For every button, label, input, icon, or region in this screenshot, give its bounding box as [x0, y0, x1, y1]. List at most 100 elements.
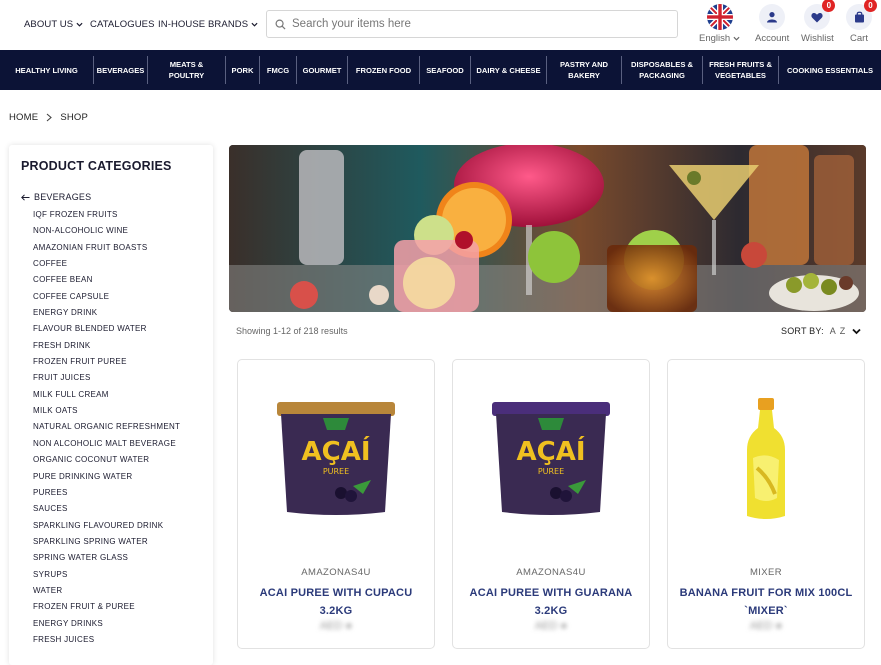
acai-tub-image[interactable]: AÇAÍ PUREE: [238, 390, 434, 530]
sidebar-subcategory-item[interactable]: COFFEE: [33, 256, 201, 272]
sidebar-parent-label: BEVERAGES: [34, 192, 92, 202]
heart-icon: [811, 12, 823, 22]
product-brand: AMAZONAS4U: [516, 567, 586, 578]
subcategory-list: IQF FROZEN FRUITS NON-ALCOHOLIC WINE AMAZO…: [21, 207, 201, 648]
sidebar-subcategory-item[interactable]: COFFEE BEAN: [33, 272, 201, 288]
svg-text:AÇAÍ: AÇAÍ: [517, 435, 586, 467]
product-price: AED ●: [319, 620, 353, 632]
category-disposables-packaging[interactable]: DISPOSABLES & PACKAGING: [622, 56, 703, 84]
sidebar-subcategory-item[interactable]: ORGANIC COCONUT WATER: [33, 452, 201, 468]
sidebar-subcategory-item[interactable]: NON ALCOHOLIC MALT BEVERAGE: [33, 436, 201, 452]
sidebar-subcategory-item[interactable]: FROZEN FRUIT & PUREE: [33, 599, 201, 615]
category-nav: HEALTHY LIVING BEVERAGES MEATS & POULTRY…: [0, 50, 881, 90]
top-header: ABOUT US CATALOGUES IN-HOUSE BRANDS Engl…: [0, 0, 881, 50]
sidebar-parent-category[interactable]: BEVERAGES: [21, 192, 201, 202]
wishlist-button[interactable]: 0 Wishlist: [801, 0, 836, 44]
product-categories-sidebar: PRODUCT CATEGORIES BEVERAGES IQF FROZEN …: [9, 145, 213, 665]
category-frozen-food[interactable]: FROZEN FOOD: [348, 56, 420, 84]
sidebar-subcategory-item[interactable]: FRUIT JUICES: [33, 370, 201, 386]
chevron-down-icon: [76, 22, 83, 27]
product-name[interactable]: ACAI PUREE WITH CUPACU 3.2KG: [248, 584, 424, 620]
sidebar-subcategory-item[interactable]: PUREES: [33, 485, 201, 501]
svg-text:AÇAÍ: AÇAÍ: [302, 435, 371, 467]
cocktail-banner-image: [229, 145, 866, 312]
search-input[interactable]: [292, 18, 672, 30]
product-brand: AMAZONAS4U: [301, 567, 371, 578]
sidebar-title: PRODUCT CATEGORIES: [21, 159, 172, 173]
category-fresh-fruits-vegetables[interactable]: FRESH FRUITS & VEGETABLES: [703, 56, 779, 84]
chevron-down-icon: [733, 36, 740, 41]
sort-by-dropdown[interactable]: SORT BY: A Z: [781, 326, 861, 336]
sidebar-subcategory-item[interactable]: FRESH DRINK: [33, 338, 201, 354]
sidebar-subcategory-item[interactable]: ENERGY DRINK: [33, 305, 201, 321]
breadcrumb-shop: SHOP: [60, 112, 89, 123]
svg-text:PUREE: PUREE: [538, 467, 564, 476]
category-healthy-living[interactable]: HEALTHY LIVING: [0, 56, 94, 84]
product-price: AED ●: [749, 620, 783, 632]
language-selector[interactable]: English: [699, 4, 740, 44]
sidebar-subcategory-item[interactable]: SPARKLING SPRING WATER: [33, 534, 201, 550]
product-name[interactable]: ACAI PUREE WITH GUARANA 3.2KG: [463, 584, 639, 620]
category-meats-poultry[interactable]: MEATS & POULTRY: [148, 56, 226, 84]
nav-about-us-label: ABOUT US: [24, 19, 74, 30]
sidebar-subcategory-item[interactable]: IQF FROZEN FRUITS: [33, 207, 201, 223]
sidebar-subcategory-item[interactable]: NATURAL ORGANIC REFRESHMENT: [33, 419, 201, 435]
language-label: English: [699, 33, 731, 44]
wishlist-label: Wishlist: [801, 33, 834, 44]
nav-in-house-brands-label: IN-HOUSE BRANDS: [158, 19, 249, 30]
sidebar-subcategory-item[interactable]: ENERGY DRINKS: [33, 616, 201, 632]
arrow-left-icon: [21, 193, 30, 201]
account-button[interactable]: Account: [755, 4, 789, 44]
shopping-bag-icon: [854, 11, 864, 23]
product-card[interactable]: AÇAÍ PUREE AMAZONAS4U ACAI PUREE WITH GU…: [452, 359, 650, 649]
sidebar-subcategory-item[interactable]: SPARKLING FLAVOURED DRINK: [33, 518, 201, 534]
chevron-down-icon: [251, 22, 258, 27]
category-fmcg[interactable]: FMCG: [260, 56, 297, 84]
sidebar-subcategory-item[interactable]: SPRING WATER GLASS: [33, 550, 201, 566]
cart-count-badge: 0: [864, 0, 877, 12]
sidebar-subcategory-item[interactable]: MILK OATS: [33, 403, 201, 419]
sidebar-subcategory-item[interactable]: FROZEN FRUIT PUREE: [33, 354, 201, 370]
sidebar-subcategory-item[interactable]: MILK FULL CREAM: [33, 387, 201, 403]
sidebar-subcategory-item[interactable]: SAUCES: [33, 501, 201, 517]
product-name[interactable]: BANANA FRUIT FOR MIX 100CL `MIXER`: [678, 584, 854, 620]
nav-in-house-brands[interactable]: IN-HOUSE BRANDS: [158, 19, 258, 30]
search-icon: [275, 19, 286, 30]
acai-tub-image[interactable]: AÇAÍ PUREE: [453, 390, 649, 530]
category-pork[interactable]: PORK: [226, 56, 260, 84]
product-card[interactable]: AÇAÍ PUREE AMAZONAS4U ACAI PUREE WITH CU…: [237, 359, 435, 649]
nav-catalogues-label: CATALOGUES: [90, 19, 155, 30]
sidebar-subcategory-item[interactable]: FLAVOUR BLENDED WATER: [33, 321, 201, 337]
sidebar-subcategory-item[interactable]: AMAZONIAN FRUIT BOASTS: [33, 240, 201, 256]
wishlist-count-badge: 0: [822, 0, 836, 12]
chevron-down-icon: [852, 328, 861, 334]
category-dairy-cheese[interactable]: DAIRY & CHEESE: [471, 56, 547, 84]
svg-text:PUREE: PUREE: [323, 467, 349, 476]
nav-catalogues[interactable]: CATALOGUES: [90, 19, 155, 30]
category-cooking-essentials[interactable]: COOKING ESSENTIALS: [779, 56, 881, 84]
results-count: Showing 1-12 of 218 results: [236, 326, 348, 336]
cart-label: Cart: [850, 33, 868, 44]
category-seafood[interactable]: SEAFOOD: [420, 56, 471, 84]
product-brand: MIXER: [749, 567, 783, 578]
category-beverages[interactable]: BEVERAGES: [94, 56, 148, 84]
sidebar-subcategory-item[interactable]: PURE DRINKING WATER: [33, 469, 201, 485]
sort-by-value: A Z: [829, 326, 847, 336]
user-icon: [767, 12, 778, 23]
sort-by-label: SORT BY:: [781, 326, 824, 336]
chevron-right-icon: [46, 113, 53, 122]
breadcrumb: HOME SHOP: [9, 112, 88, 123]
sidebar-subcategory-item[interactable]: WATER: [33, 583, 201, 599]
breadcrumb-home[interactable]: HOME: [9, 112, 38, 123]
cart-button[interactable]: 0 Cart: [846, 0, 877, 44]
category-gourmet[interactable]: GOURMET: [297, 56, 348, 84]
sidebar-subcategory-item[interactable]: COFFEE CAPSULE: [33, 289, 201, 305]
banana-mixer-bottle-image[interactable]: [668, 390, 864, 530]
nav-about-us[interactable]: ABOUT US: [24, 19, 83, 30]
search-bar[interactable]: [266, 10, 678, 38]
sidebar-subcategory-item[interactable]: NON-ALCOHOLIC WINE: [33, 223, 201, 239]
category-pastry-bakery[interactable]: PASTRY AND BAKERY: [547, 56, 622, 84]
sidebar-subcategory-item[interactable]: SYRUPS: [33, 567, 201, 583]
sidebar-subcategory-item[interactable]: FRESH JUICES: [33, 632, 201, 648]
product-card[interactable]: MIXER BANANA FRUIT FOR MIX 100CL `MIXER`…: [667, 359, 865, 649]
